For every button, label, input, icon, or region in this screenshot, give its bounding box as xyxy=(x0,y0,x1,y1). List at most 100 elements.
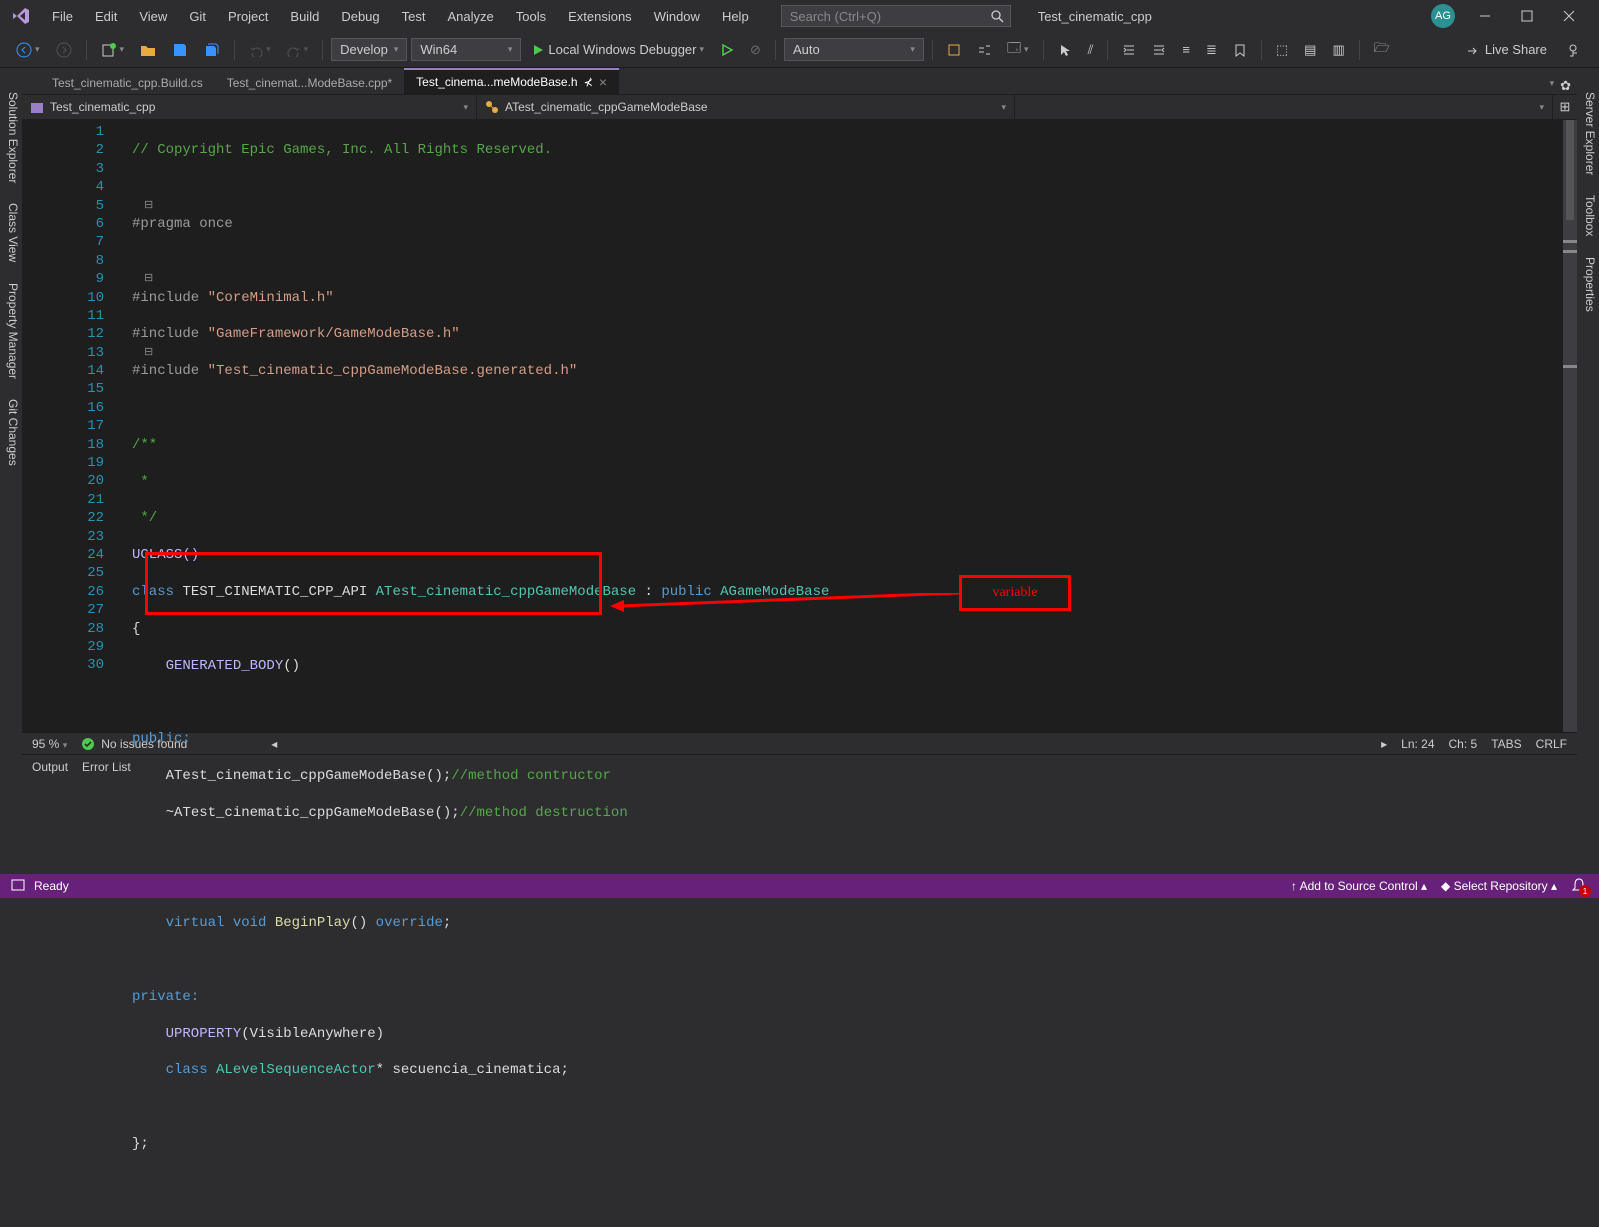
separator xyxy=(322,40,323,60)
scroll-right-icon[interactable]: ▸ xyxy=(1381,737,1387,751)
menu-test[interactable]: Test xyxy=(392,5,436,28)
comment-button[interactable]: ≡ xyxy=(1176,39,1196,60)
start-nodebug-button[interactable] xyxy=(714,40,740,60)
uncomment-button[interactable]: ≣ xyxy=(1200,39,1223,61)
tool-btn-3[interactable]: 🗔▾ xyxy=(1001,36,1035,64)
tabs-indicator[interactable]: TABS xyxy=(1491,737,1521,751)
tool-btn-1[interactable] xyxy=(941,40,967,60)
source-control-button[interactable]: ↑ Add to Source Control ▴ xyxy=(1291,879,1427,893)
share-icon xyxy=(1465,43,1479,57)
undo-button[interactable]: ▾ xyxy=(243,40,277,60)
misc-button[interactable]: ⊘ xyxy=(744,39,767,61)
minimize-button[interactable] xyxy=(1465,2,1505,30)
annotation-label-box: variable xyxy=(959,575,1071,611)
user-avatar[interactable]: AG xyxy=(1431,4,1455,28)
search-input[interactable]: Search (Ctrl+Q) xyxy=(781,5,1011,27)
tool-btn-c[interactable]: ▥ xyxy=(1326,39,1350,61)
separator xyxy=(1261,40,1262,60)
select-repo-button[interactable]: ◆ Select Repository ▴ xyxy=(1441,879,1557,893)
nav-class-dropdown[interactable]: ATest_cinematic_cppGameModeBase▾ xyxy=(477,95,1015,119)
cpp-project-icon xyxy=(30,100,44,114)
menu-edit[interactable]: Edit xyxy=(85,5,127,28)
pin-icon[interactable]: ⊀ xyxy=(584,76,593,89)
cursor-icon[interactable] xyxy=(1052,40,1078,60)
save-button[interactable] xyxy=(166,39,194,61)
line-gutter: 1234567891011121314151617181920212223242… xyxy=(22,120,132,732)
tab-toolbox[interactable]: Toolbox xyxy=(1577,185,1599,246)
menu-view[interactable]: View xyxy=(129,5,177,28)
menu-analyze[interactable]: Analyze xyxy=(437,5,503,28)
tab-modebase-cpp[interactable]: Test_cinemat...ModeBase.cpp* xyxy=(215,72,404,94)
code-nav-bar: Test_cinematic_cpp▾ ATest_cinematic_cppG… xyxy=(22,94,1577,120)
tool-btn-b[interactable]: ▤ xyxy=(1298,39,1322,61)
tab-close-icon[interactable]: × xyxy=(599,74,607,90)
tab-server-explorer[interactable]: Server Explorer xyxy=(1577,82,1599,185)
annotation-highlight-box xyxy=(145,552,602,615)
separator xyxy=(775,40,776,60)
editor-scrollbar[interactable] xyxy=(1563,120,1577,732)
tab-git-changes[interactable]: Git Changes xyxy=(0,389,22,476)
eol-indicator[interactable]: CRLF xyxy=(1536,737,1567,751)
menu-help[interactable]: Help xyxy=(712,5,759,28)
ready-icon xyxy=(10,878,26,894)
error-list-tab[interactable]: Error List xyxy=(82,760,131,774)
solution-name-label: Test_cinematic_cpp xyxy=(1028,6,1162,27)
tab-property-manager[interactable]: Property Manager xyxy=(0,273,22,389)
start-debug-button[interactable]: Local Windows Debugger▾ xyxy=(525,39,710,60)
tab-class-view[interactable]: Class View xyxy=(0,193,22,272)
config-dropdown[interactable]: Develop▾ xyxy=(331,38,407,61)
tool-btn-5[interactable]: ⫽ xyxy=(1082,39,1100,61)
notification-badge: 1 xyxy=(1579,885,1591,897)
live-share-button[interactable]: Live Share xyxy=(1455,39,1557,60)
left-side-tabs: Solution Explorer Class View Property Ma… xyxy=(0,82,22,475)
char-indicator: Ch: 5 xyxy=(1449,737,1478,751)
menu-project[interactable]: Project xyxy=(218,5,278,28)
nav-fwd-button[interactable] xyxy=(50,39,78,61)
menu-window[interactable]: Window xyxy=(644,5,710,28)
auto-dropdown[interactable]: Auto▾ xyxy=(784,38,924,61)
zoom-level[interactable]: 95 % ▾ xyxy=(32,737,67,751)
notifications-button[interactable]: 1 xyxy=(1571,877,1589,895)
tool-btn-a[interactable]: ⬚ xyxy=(1270,39,1294,61)
nav-split-icon[interactable]: ⊞ xyxy=(1553,95,1577,119)
bookmark-button[interactable] xyxy=(1227,40,1253,60)
vs-logo-icon xyxy=(10,5,32,27)
nav-project-dropdown[interactable]: Test_cinematic_cpp▾ xyxy=(22,95,477,119)
output-tab[interactable]: Output xyxy=(32,760,68,774)
menu-file[interactable]: File xyxy=(42,5,83,28)
tool-btn-d[interactable]: 🗁 xyxy=(1368,36,1396,64)
platform-dropdown[interactable]: Win64▾ xyxy=(411,38,521,61)
tab-solution-explorer[interactable]: Solution Explorer xyxy=(0,82,22,193)
code-editor[interactable]: 1234567891011121314151617181920212223242… xyxy=(22,120,1577,732)
tabs-settings-icon[interactable]: ✿ xyxy=(1560,78,1571,94)
tab-modebase-h[interactable]: Test_cinema...meModeBase.h ⊀ × xyxy=(404,68,619,94)
maximize-button[interactable] xyxy=(1507,2,1547,30)
tool-btn-2[interactable] xyxy=(971,40,997,60)
menu-debug[interactable]: Debug xyxy=(331,5,389,28)
menu-git[interactable]: Git xyxy=(179,5,216,28)
save-all-button[interactable] xyxy=(198,39,226,61)
tabs-overflow-icon[interactable]: ▾ xyxy=(1550,78,1555,94)
right-side-tabs: Server Explorer Toolbox Properties xyxy=(1577,82,1599,321)
nav-back-button[interactable]: ▾ xyxy=(10,39,46,61)
redo-button[interactable]: ▾ xyxy=(281,40,315,60)
search-placeholder: Search (Ctrl+Q) xyxy=(790,9,881,24)
indent-left-button[interactable] xyxy=(1116,40,1142,60)
nav-member-dropdown[interactable]: ▾ xyxy=(1015,95,1553,119)
menu-build[interactable]: Build xyxy=(280,5,329,28)
open-button[interactable] xyxy=(134,39,162,61)
feedback-button[interactable] xyxy=(1561,39,1589,61)
menu-extensions[interactable]: Extensions xyxy=(558,5,642,28)
tab-properties[interactable]: Properties xyxy=(1577,247,1599,322)
separator xyxy=(1043,40,1044,60)
new-item-button[interactable]: ▾ xyxy=(95,39,131,61)
toolbar: ▾ ▾ ▾ ▾ Develop▾ Win64▾ Local Windows De… xyxy=(0,32,1599,68)
tab-build-cs[interactable]: Test_cinematic_cpp.Build.cs xyxy=(40,72,215,94)
menu-tools[interactable]: Tools xyxy=(506,5,556,28)
close-button[interactable] xyxy=(1549,2,1589,30)
code-content[interactable]: // Copyright Epic Games, Inc. All Rights… xyxy=(132,120,829,732)
fold-column[interactable]: ⊟ ⊟ ⊟ xyxy=(144,123,153,362)
indent-right-button[interactable] xyxy=(1146,40,1172,60)
separator xyxy=(932,40,933,60)
menubar: File Edit View Git Project Build Debug T… xyxy=(0,0,1599,32)
